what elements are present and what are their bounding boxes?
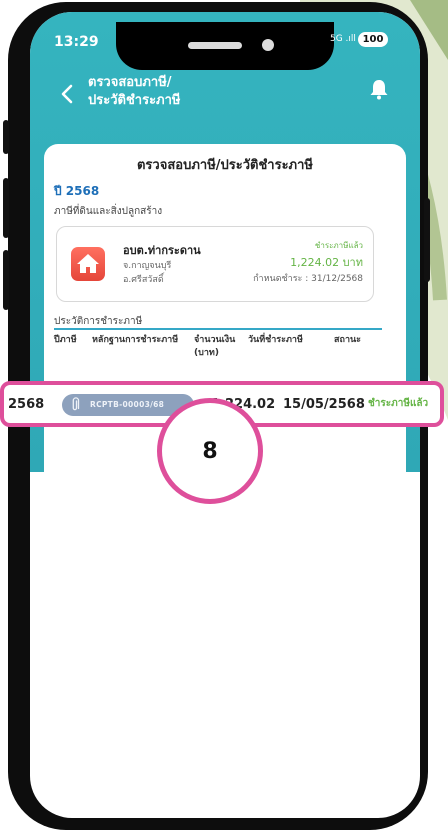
paperclip-icon bbox=[72, 397, 80, 411]
column-header-status: สถานะ bbox=[334, 335, 361, 345]
payment-status: ชำระภาษีแล้ว bbox=[314, 241, 363, 250]
column-header-year: ปีภาษี bbox=[54, 335, 77, 345]
front-camera bbox=[262, 39, 274, 51]
mute-switch bbox=[3, 120, 9, 154]
status-time: 13:29 bbox=[54, 34, 99, 50]
step-number-badge: 8 bbox=[157, 398, 263, 504]
card-title: ตรวจสอบภาษี/ประวัติชำระภาษี bbox=[136, 158, 313, 173]
payment-amount: 1,224.02 บาท bbox=[290, 256, 363, 269]
volume-up-button bbox=[3, 178, 9, 238]
history-divider bbox=[54, 328, 382, 330]
property-district: อ.ศรีสวัสดิ์ bbox=[123, 275, 164, 285]
page-title-line1: ตรวจสอบภาษี/ bbox=[88, 75, 172, 90]
back-arrow-icon[interactable] bbox=[60, 84, 74, 104]
column-header-receipt: หลักฐานการชำระภาษี bbox=[92, 335, 179, 345]
property-card[interactable]: อบต.ท่ากระดาน จ.กาญจนบุรี อ.ศรีสวัสดิ์ ช… bbox=[56, 226, 374, 302]
phone-notch bbox=[116, 22, 334, 70]
due-date: กำหนดชำระ : 31/12/2568 bbox=[253, 274, 363, 284]
speaker-grille bbox=[188, 42, 242, 49]
row-date: 15/05/2568 bbox=[283, 397, 365, 412]
battery-icon: 100 bbox=[358, 32, 388, 47]
signal-icon: 5G .ıll bbox=[330, 34, 356, 44]
property-name: อบต.ท่ากระดาน bbox=[123, 244, 201, 257]
property-province: จ.กาญจนบุรี bbox=[123, 261, 172, 271]
bell-icon[interactable] bbox=[368, 78, 390, 100]
page-title-line2: ประวัติชำระภาษี bbox=[88, 93, 181, 108]
row-status: ชำระภาษีแล้ว bbox=[368, 398, 429, 409]
power-button bbox=[424, 198, 430, 282]
column-header-date: วันที่ชำระภาษี bbox=[248, 335, 303, 345]
volume-down-button bbox=[3, 250, 9, 310]
receipt-number: RCPTB-00003/68 bbox=[90, 400, 165, 409]
section-label: ภาษีที่ดินและสิ่งปลูกสร้าง bbox=[54, 206, 163, 217]
column-header-amount: จำนวนเงิน (บาท) bbox=[194, 335, 236, 358]
home-icon bbox=[71, 247, 105, 281]
page-title: ตรวจสอบภาษี/ ประวัติชำระภาษี bbox=[88, 74, 268, 110]
year-label: ปี 2568 bbox=[54, 184, 100, 198]
row-year: 2568 bbox=[8, 397, 45, 412]
history-label: ประวัติการชำระภาษี bbox=[54, 316, 143, 327]
